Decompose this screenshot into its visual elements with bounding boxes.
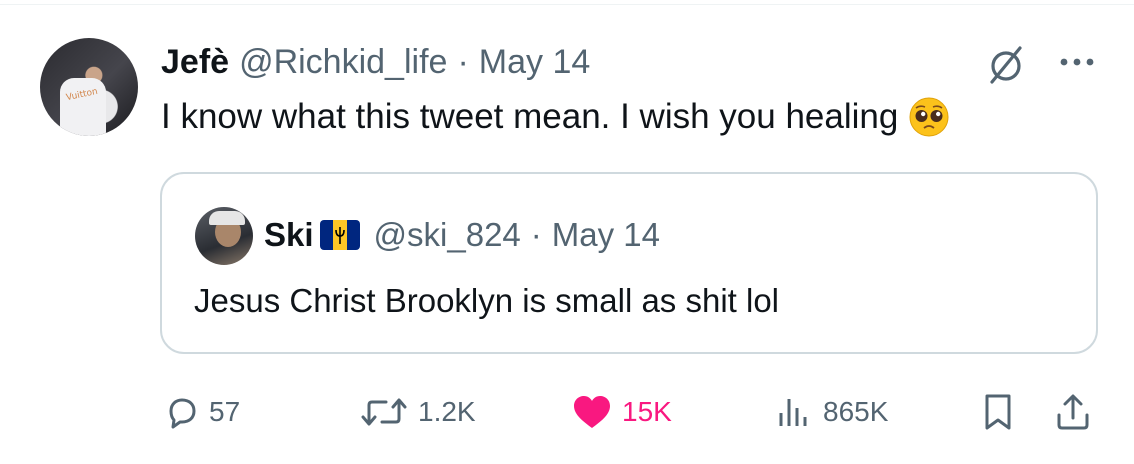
top-divider bbox=[0, 4, 1134, 5]
tweet-date[interactable]: May 14 bbox=[479, 43, 591, 82]
share-button[interactable] bbox=[1053, 386, 1101, 438]
like-count: 15K bbox=[622, 396, 672, 427]
more-options-icon[interactable] bbox=[1055, 46, 1099, 78]
author-avatar[interactable]: Vuitton bbox=[40, 38, 138, 136]
heart-icon bbox=[574, 396, 610, 428]
quoted-author-name: Ski bbox=[264, 216, 314, 253]
author-handle[interactable]: @Richkid_life bbox=[239, 43, 447, 82]
action-bar: 57 1.2K 15K 865K bbox=[0, 386, 1134, 438]
bookmark-icon bbox=[985, 394, 1011, 430]
reply-count: 57 bbox=[209, 396, 241, 427]
tweet-header: Jefè @Richkid_life · May 14 bbox=[161, 40, 590, 84]
quoted-author-avatar[interactable] bbox=[195, 207, 253, 265]
bookmark-button[interactable] bbox=[978, 386, 1026, 438]
quoted-separator: · bbox=[530, 216, 542, 253]
avatar-shirt bbox=[60, 78, 106, 136]
quoted-header: Ski @ski_824 · May 14 bbox=[264, 214, 660, 256]
like-button[interactable]: 15K bbox=[570, 386, 672, 438]
retweet-count: 1.2K bbox=[418, 396, 476, 427]
avatar-cap bbox=[209, 211, 245, 225]
pleading-face-icon bbox=[908, 96, 950, 138]
views-count: 865K bbox=[823, 396, 889, 427]
reply-icon bbox=[169, 398, 196, 429]
quoted-tweet[interactable]: Ski @ski_824 · May 14 Jesus Christ Brook… bbox=[160, 172, 1098, 354]
quoted-handle: @ski_824 bbox=[373, 216, 521, 253]
views-chart-icon bbox=[779, 399, 807, 426]
grok-icon[interactable] bbox=[984, 42, 1028, 86]
tweet-body: I know what this tweet mean. I wish you … bbox=[161, 96, 950, 138]
author-name[interactable]: Jefè bbox=[161, 43, 229, 82]
retweet-button[interactable]: 1.2K bbox=[358, 386, 476, 438]
retweet-icon bbox=[361, 398, 407, 426]
barbados-flag-icon bbox=[319, 220, 360, 250]
views-button[interactable]: 865K bbox=[775, 386, 888, 438]
tweet-text: I know what this tweet mean. I wish you … bbox=[161, 97, 899, 136]
reply-button[interactable]: 57 bbox=[163, 386, 240, 438]
share-icon bbox=[1057, 394, 1089, 430]
quoted-text: Jesus Christ Brooklyn is small as shit l… bbox=[194, 282, 780, 319]
header-separator: · bbox=[457, 42, 469, 81]
quoted-date: May 14 bbox=[551, 216, 661, 253]
